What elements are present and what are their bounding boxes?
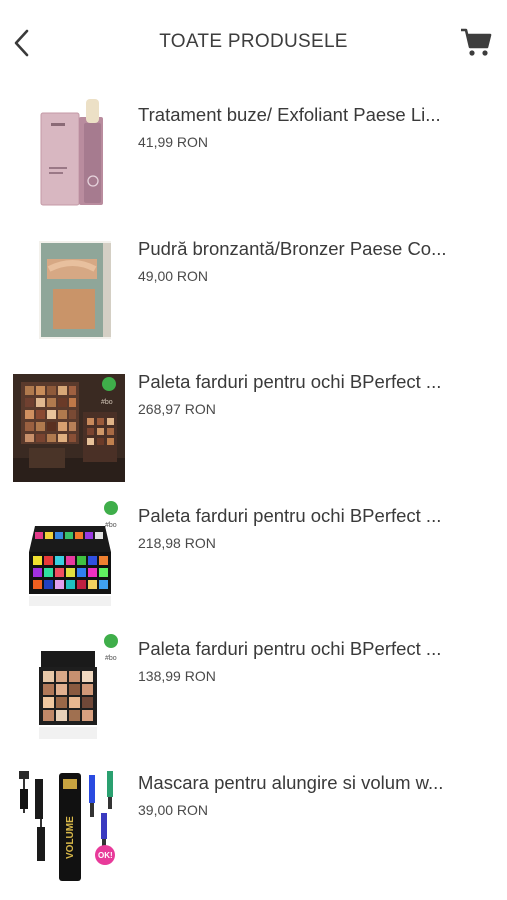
- cart-button[interactable]: [456, 22, 496, 62]
- svg-text:VOLUME: VOLUME: [65, 815, 76, 858]
- product-image: #bo: [13, 496, 125, 616]
- product-price: 39,00 RON: [138, 801, 209, 818]
- svg-text:#bo: #bo: [105, 655, 117, 662]
- product-item[interactable]: #bo Paleta farduri pentru ochi BPerfect …: [0, 496, 507, 630]
- product-name: Paleta farduri pentru ochi BPerfect ...: [138, 504, 442, 526]
- product-item[interactable]: Tratament buze/ Exfoliant Paese Li... 41…: [0, 95, 507, 229]
- product-list: Tratament buze/ Exfoliant Paese Li... 41…: [0, 95, 507, 896]
- product-item[interactable]: VOLUME OK! Mascara pentru alungire si vo…: [0, 763, 507, 897]
- product-image: [13, 95, 125, 215]
- product-price: 41,99 RON: [138, 134, 209, 150]
- product-image: #bo: [13, 362, 125, 482]
- shopping-cart-icon: [461, 28, 492, 56]
- product-name: Mascara pentru alungire si volum w...: [138, 771, 444, 793]
- product-image: [13, 229, 125, 349]
- product-item[interactable]: #bo Paleta farduri pentru ochi BPerfect …: [0, 629, 507, 763]
- product-image: VOLUME OK!: [13, 763, 125, 883]
- app-header: TOATE PRODUSELE: [0, 0, 507, 88]
- product-name: Tratament buze/ Exfoliant Paese Li...: [138, 104, 441, 125]
- product-name: Paleta farduri pentru ochi BPerfect ...: [138, 638, 442, 659]
- product-price: 49,00 RON: [138, 267, 209, 284]
- product-item[interactable]: Pudră bronzantă/Bronzer Paese Co... 49,0…: [0, 229, 507, 363]
- svg-text:#bo: #bo: [105, 522, 117, 529]
- product-price: 268,97 RON: [138, 401, 216, 417]
- product-name: Paleta farduri pentru ochi BPerfect ...: [138, 371, 442, 392]
- svg-text:OK!: OK!: [98, 851, 113, 860]
- product-image: #bo: [13, 629, 125, 749]
- product-name: Pudră bronzantă/Bronzer Paese Co...: [138, 237, 447, 259]
- product-item[interactable]: #bo Paleta farduri pentru ochi BPerfect …: [0, 362, 507, 496]
- page-title: TOATE PRODUSELE: [159, 31, 348, 52]
- svg-text:#bo: #bo: [101, 399, 113, 406]
- product-price: 138,99 RON: [138, 668, 216, 684]
- product-price: 218,98 RON: [138, 534, 216, 551]
